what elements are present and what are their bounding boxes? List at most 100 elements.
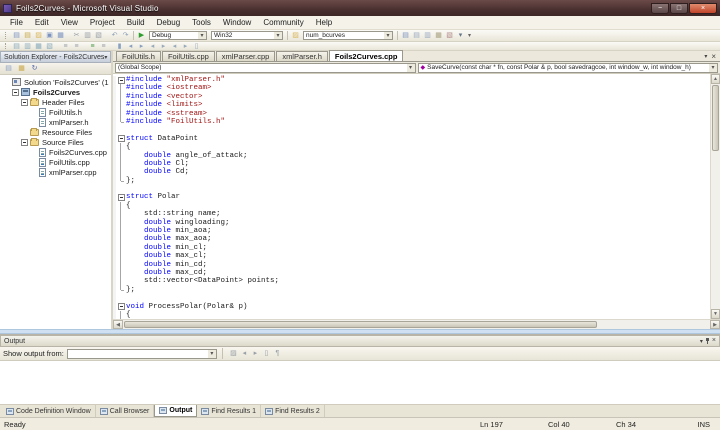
solution-platform-combo[interactable]: Win32 ▾ xyxy=(211,31,283,40)
auto-hide-pin-icon[interactable] xyxy=(705,337,710,345)
code-line[interactable]: #include "xmlParser.h" xyxy=(113,76,710,85)
find-combo[interactable]: num_bcurves ▾ xyxy=(303,31,393,40)
show-all-files-icon[interactable]: ▦ xyxy=(17,64,26,73)
menu-project[interactable]: Project xyxy=(84,18,121,27)
go-to-previous-message-icon[interactable]: ◂ xyxy=(240,349,249,358)
horizontal-scroll-thumb[interactable] xyxy=(124,321,598,328)
tree-item-foils2curves[interactable]: Foils2Curves xyxy=(0,87,111,97)
tab-foilutils-h[interactable]: FoilUtils.h xyxy=(116,51,161,61)
code-line[interactable]: double angle_of_attack; xyxy=(113,151,710,161)
copy-icon[interactable]: ▥ xyxy=(83,31,92,40)
code-line[interactable]: #include <vector> xyxy=(113,92,710,102)
code-line[interactable]: double max_cl; xyxy=(113,252,710,262)
code-line[interactable]: double Cd; xyxy=(113,168,710,178)
horizontal-scroll-track[interactable] xyxy=(598,320,710,329)
solution-configuration-combo[interactable]: Debug ▾ xyxy=(149,31,207,40)
start-debugging-icon[interactable]: ▶ xyxy=(137,31,146,40)
tree-item-foilutils-cpp[interactable]: FoilUtils.cpp xyxy=(0,157,111,167)
tool-tab-find-results-1[interactable]: Find Results 1 xyxy=(197,405,262,417)
active-files-dropdown-icon[interactable]: ▾ xyxy=(704,53,707,60)
clear-all-icon[interactable]: ▯ xyxy=(262,349,271,358)
horizontal-scrollbar[interactable]: ◀ ▶ xyxy=(113,319,720,329)
code-line[interactable]: std::vector<DataPoint> points; xyxy=(113,277,710,287)
output-panel-header[interactable]: Output ▾ × xyxy=(0,335,720,347)
code-line[interactable]: #include <limits> xyxy=(113,101,710,110)
collapse-region-icon[interactable] xyxy=(117,135,125,143)
tool-tab-code-definition-window[interactable]: Code Definition Window xyxy=(2,405,96,417)
code-line[interactable]: { xyxy=(113,201,710,211)
menu-file[interactable]: File xyxy=(4,18,29,27)
fold-margin[interactable] xyxy=(116,135,126,143)
toggle-word-wrap-icon[interactable]: ¶ xyxy=(273,349,282,358)
menu-community[interactable]: Community xyxy=(257,18,309,27)
vertical-scroll-thumb[interactable] xyxy=(712,85,719,151)
toolbar-grip[interactable] xyxy=(5,31,8,40)
collapse-region-icon[interactable] xyxy=(117,194,125,202)
code-line[interactable]: double min_aoa; xyxy=(113,227,710,236)
solution-explorer-header[interactable]: Solution Explorer - Foils2Curves ▾ × xyxy=(0,51,111,63)
tree-item-resource-files[interactable]: Resource Files xyxy=(0,127,111,137)
close-button[interactable]: × xyxy=(689,2,717,14)
open-file-icon[interactable]: ▨ xyxy=(34,31,43,40)
collapse-region-icon[interactable] xyxy=(117,303,125,311)
solution-explorer-icon[interactable]: ▤ xyxy=(401,31,410,40)
add-new-item-icon[interactable]: ▤ xyxy=(23,31,32,40)
code-line[interactable]: double min_cl; xyxy=(113,243,710,253)
tab-xmlparser-cpp[interactable]: xmlParser.cpp xyxy=(215,51,276,61)
maximize-button[interactable]: □ xyxy=(670,2,688,14)
close-icon[interactable]: × xyxy=(712,337,716,345)
comment-selection-icon[interactable]: ≡ xyxy=(88,42,97,51)
vertical-scrollbar[interactable]: ▲ ▼ xyxy=(710,74,720,319)
code-line[interactable]: double Cl; xyxy=(113,159,710,169)
code-line[interactable]: double max_cd; xyxy=(113,268,710,278)
code-line[interactable]: { xyxy=(113,143,710,152)
tree-collapse-icon[interactable] xyxy=(12,88,19,96)
output-source-combo[interactable]: ▾ xyxy=(66,348,217,359)
code-line[interactable]: double min_cd; xyxy=(113,260,710,270)
tab-foils2curves-cpp[interactable]: Foils2Curves.cpp xyxy=(328,50,404,61)
properties-window-icon[interactable]: ▤ xyxy=(412,31,421,40)
code-line[interactable] xyxy=(113,126,710,135)
tree-collapse-icon[interactable] xyxy=(21,138,28,146)
code-line[interactable]: std::string name; xyxy=(113,210,710,220)
menu-view[interactable]: View xyxy=(55,18,84,27)
tree-item-source-files[interactable]: Source Files xyxy=(0,137,111,147)
save-all-icon[interactable]: ▦ xyxy=(56,31,65,40)
tree-item-header-files[interactable]: Header Files xyxy=(0,97,111,107)
code-line[interactable]: struct Polar xyxy=(113,193,710,202)
quick-info-icon[interactable]: ▦ xyxy=(34,42,43,51)
auto-hide-pin-icon[interactable] xyxy=(109,53,110,61)
tree-item-foils2curves-cpp[interactable]: Foils2Curves.cpp xyxy=(0,147,111,157)
tree-item-xmlparser-h[interactable]: xmlParser.h xyxy=(0,117,111,127)
tree-collapse-icon[interactable] xyxy=(21,98,28,106)
code-line[interactable] xyxy=(113,185,710,194)
paste-icon[interactable]: ▧ xyxy=(94,31,103,40)
toolbox-icon[interactable]: ▦ xyxy=(434,31,443,40)
tool-tab-find-results-2[interactable]: Find Results 2 xyxy=(261,405,325,417)
code-line[interactable]: void ProcessPolar(Polar& p) xyxy=(113,302,710,311)
code-line[interactable]: { xyxy=(113,310,710,319)
chevron-down-icon[interactable]: ▾ xyxy=(274,32,282,39)
types-dropdown[interactable]: (Global Scope) ▾ xyxy=(115,62,416,73)
parameter-info-icon[interactable]: ▥ xyxy=(23,42,32,51)
fold-margin[interactable] xyxy=(116,193,126,202)
fold-margin[interactable] xyxy=(116,303,126,311)
find-in-files-icon[interactable]: ▨ xyxy=(291,31,300,40)
object-browser-icon[interactable]: ▥ xyxy=(423,31,432,40)
code-line[interactable]: double max_aoa; xyxy=(113,235,710,245)
other-windows-icon[interactable]: ▾ xyxy=(456,31,465,40)
go-to-next-message-icon[interactable]: ▸ xyxy=(251,349,260,358)
decrease-indent-icon[interactable]: ≡ xyxy=(61,42,70,51)
scroll-up-icon[interactable]: ▲ xyxy=(711,74,720,84)
chevron-down-icon[interactable]: ▾ xyxy=(198,32,206,39)
save-icon[interactable]: ▣ xyxy=(45,31,54,40)
tab-foilutils-cpp[interactable]: FoilUtils.cpp xyxy=(161,51,215,61)
find-message-icon[interactable]: ▨ xyxy=(229,349,238,358)
menu-help[interactable]: Help xyxy=(310,18,338,27)
refresh-icon[interactable]: ↻ xyxy=(30,64,39,73)
toolbar-grip[interactable] xyxy=(5,43,8,49)
menu-build[interactable]: Build xyxy=(121,18,151,27)
window-position-icon[interactable]: ▾ xyxy=(104,54,107,61)
member-list-icon[interactable]: ▤ xyxy=(12,42,21,51)
code-line[interactable]: }; xyxy=(113,285,710,295)
